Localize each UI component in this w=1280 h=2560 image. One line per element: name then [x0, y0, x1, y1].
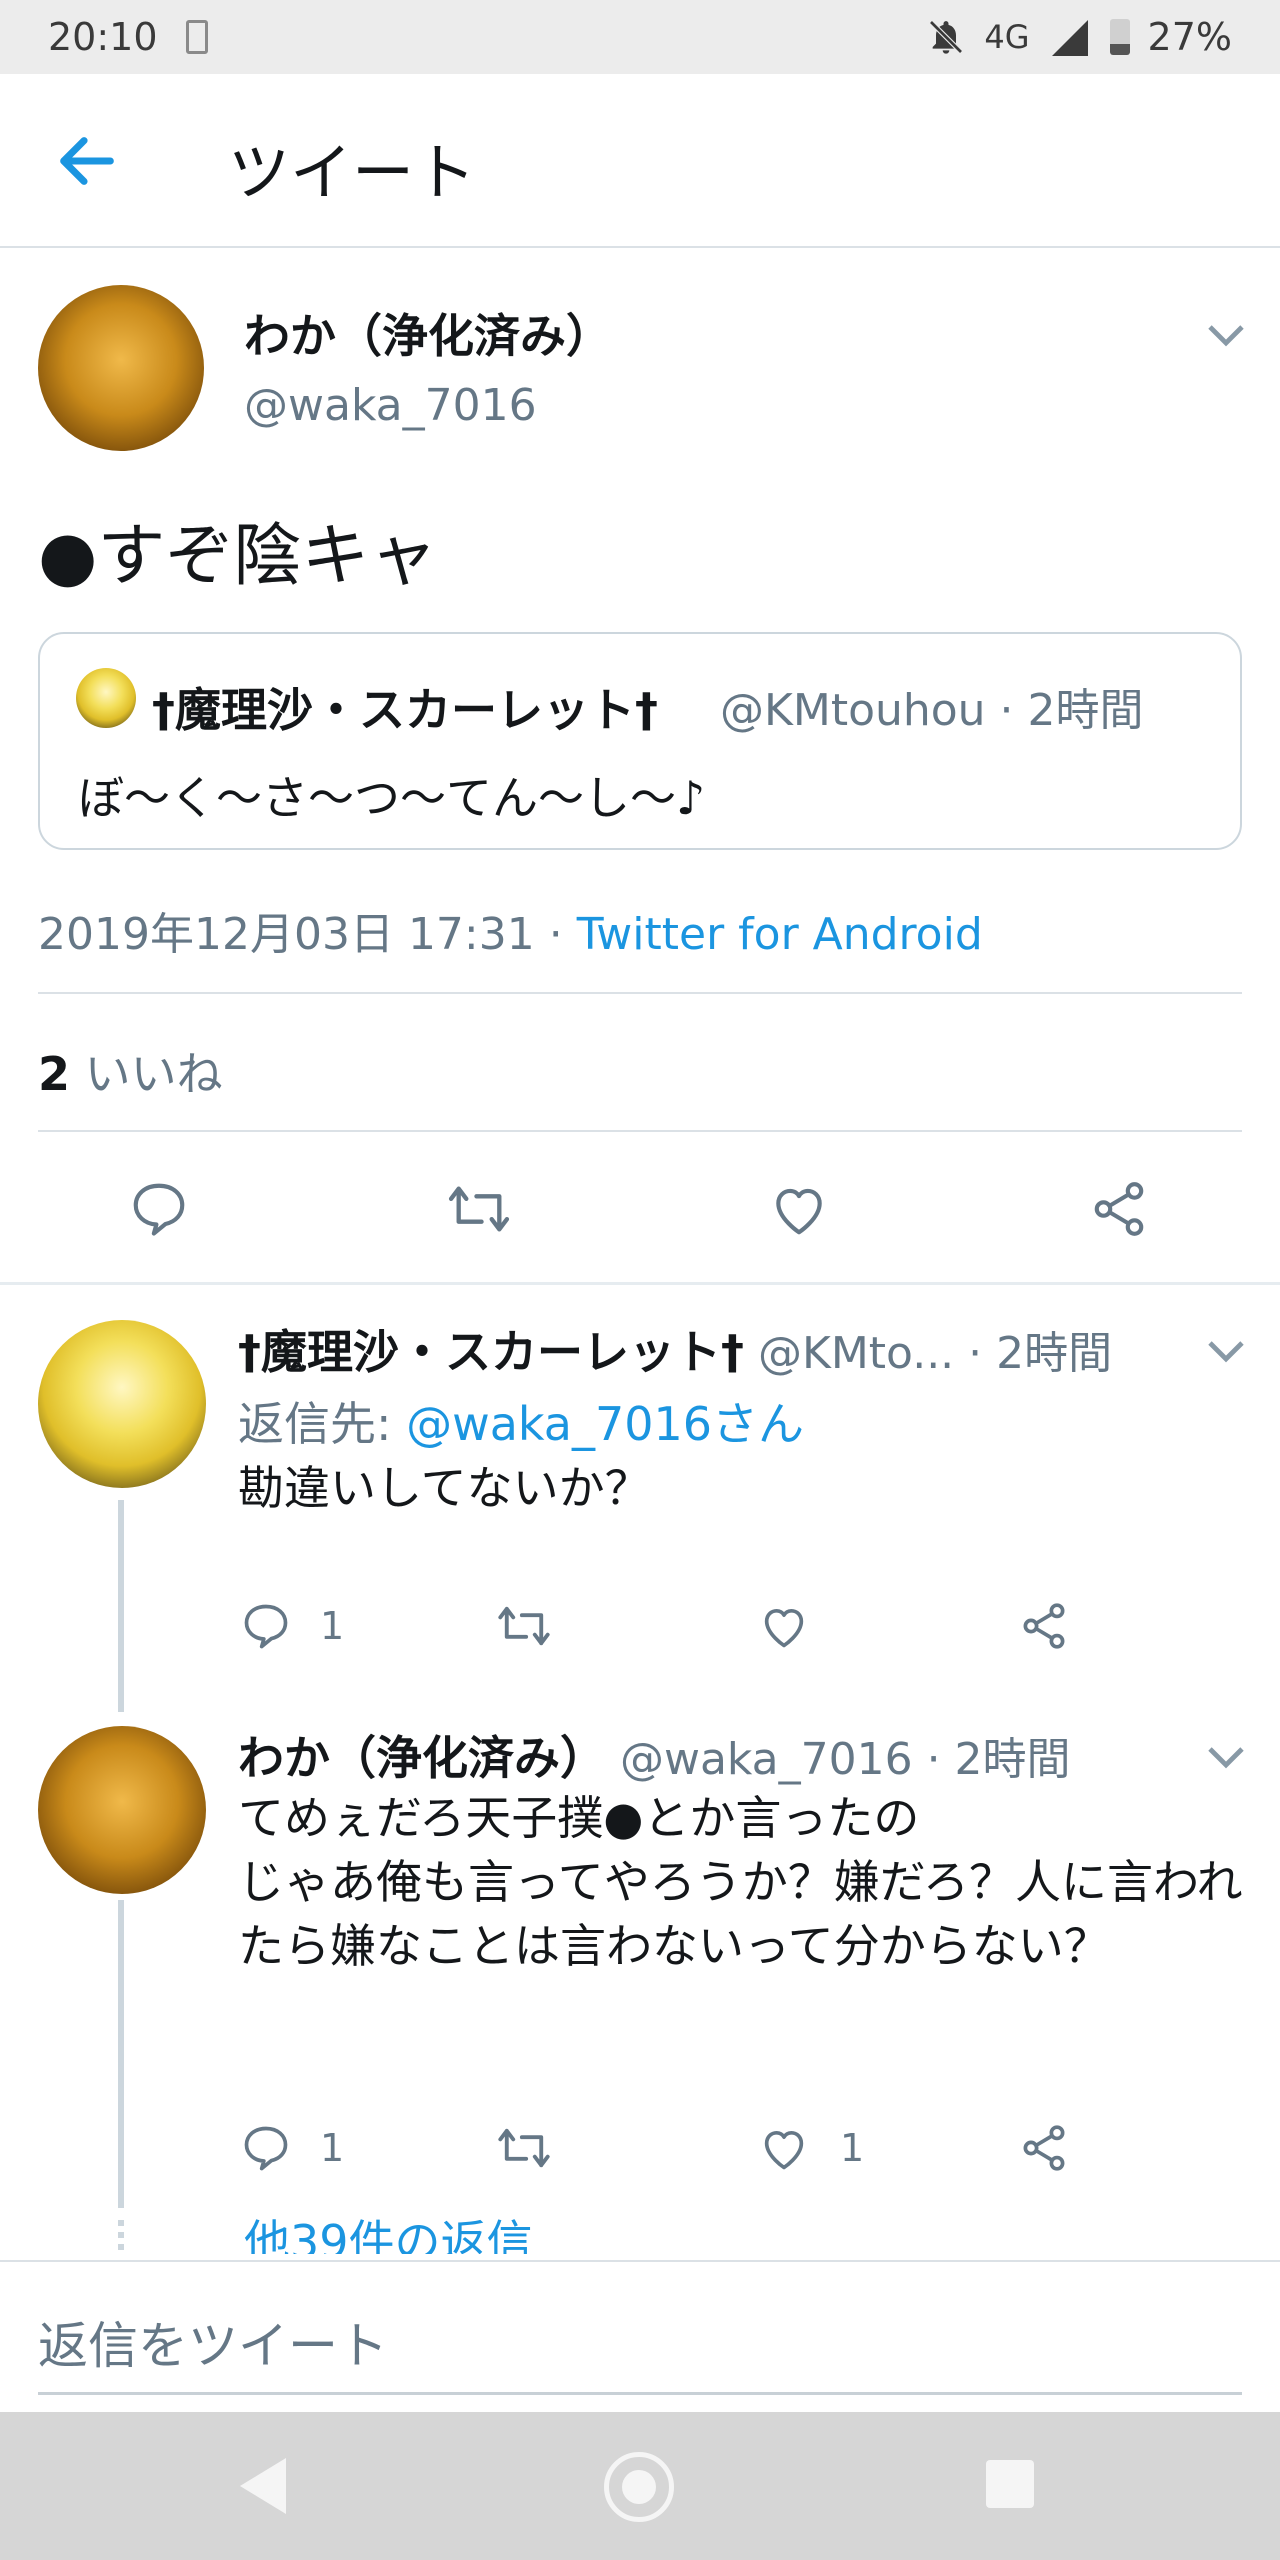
page-title: ツイート — [228, 136, 477, 209]
app-bar: ツイート — [0, 74, 1280, 248]
reply-text: てめぇだろ天子撲●とか言ったの じゃあ俺も言ってやろうか？嫌だろ？人に言われたら… — [238, 1791, 1243, 1973]
reply-to-line: 返信先: @waka_7016さん — [238, 1388, 804, 1454]
share-icon[interactable] — [1018, 1600, 1070, 1652]
likes-label: いいね — [70, 1047, 223, 1101]
network-type: 4G — [984, 18, 1030, 56]
thread-line — [118, 1900, 124, 2208]
like-icon[interactable] — [758, 1600, 810, 1652]
tweet-timestamp: 2019年12月03日 17:31 · Twitter for Android — [38, 898, 983, 962]
like-count: 1 — [840, 2126, 865, 2170]
more-replies-link[interactable]: 他39件の返信 — [244, 2206, 533, 2254]
back-arrow-icon[interactable] — [52, 126, 122, 196]
thread-line — [118, 1500, 124, 1712]
notifications-off-icon — [929, 20, 964, 54]
like-icon[interactable] — [758, 2122, 810, 2174]
status-bar: 20:10 4G 27% — [0, 0, 1280, 74]
reply-meta: @KMto... · 2時間 — [744, 1328, 1113, 1379]
reply-avatar[interactable] — [38, 1726, 206, 1894]
battery-level: 27% — [1147, 15, 1232, 59]
divider — [38, 992, 1242, 994]
retweet-icon[interactable] — [446, 1178, 512, 1240]
reply-composer[interactable]: 返信をツイート — [0, 2260, 1280, 2412]
divider — [38, 1130, 1242, 1132]
author-name[interactable]: わか（浄化済み） — [244, 300, 612, 366]
share-icon[interactable] — [1018, 2122, 1070, 2174]
battery-icon — [1109, 19, 1130, 55]
likes-count: 2 — [38, 1047, 71, 1101]
quoted-author-name: †魔理沙・スカーレット† — [152, 683, 658, 737]
client-link[interactable]: Twitter for Android — [577, 909, 983, 960]
likes-summary[interactable]: 2 いいね — [38, 1038, 223, 1104]
reply-header: †魔理沙・スカーレット† @KMto... · 2時間 — [238, 1316, 1112, 1382]
retweet-icon[interactable] — [496, 2122, 552, 2174]
reply-avatar[interactable] — [38, 1320, 206, 1488]
nav-home-icon[interactable] — [604, 2452, 674, 2522]
author-handle[interactable]: @waka_7016 — [244, 380, 537, 431]
reply-count: 1 — [320, 1604, 345, 1648]
chevron-down-icon[interactable] — [1206, 322, 1246, 348]
tweet-text: ●すぞ陰キャ — [38, 517, 438, 596]
quoted-meta: @KMtouhou · 2時間 — [720, 685, 1144, 736]
quoted-text: ぼ〜く〜さ〜つ〜てん〜し〜♪ — [78, 771, 706, 825]
chevron-down-icon[interactable] — [1206, 1338, 1246, 1364]
reply-to-handle[interactable]: @waka_7016さん — [406, 1397, 804, 1451]
thread-dots — [118, 2220, 124, 2256]
nav-back-icon[interactable] — [240, 2458, 286, 2514]
compose-underline — [38, 2392, 1242, 2395]
reply-icon[interactable] — [240, 1600, 292, 1652]
reply-author-name[interactable]: †魔理沙・スカーレット† — [238, 1325, 744, 1379]
share-icon[interactable] — [1088, 1178, 1150, 1240]
reply-icon[interactable] — [128, 1178, 190, 1240]
timestamp-text: 2019年12月03日 17:31 · — [38, 909, 577, 960]
chevron-down-icon[interactable] — [1206, 1744, 1246, 1770]
reply-author-name[interactable]: わか（浄化済み） — [238, 1731, 606, 1785]
system-nav-bar — [0, 2412, 1280, 2560]
reply-count: 1 — [320, 2126, 345, 2170]
status-time: 20:10 — [48, 15, 158, 59]
reply-header: わか（浄化済み） @waka_7016 · 2時間 — [238, 1722, 1071, 1788]
reply-meta: @waka_7016 · 2時間 — [606, 1734, 1071, 1785]
nav-recents-icon[interactable] — [986, 2460, 1034, 2508]
signal-icon — [1051, 20, 1088, 56]
avatar[interactable] — [38, 285, 204, 451]
quoted-tweet[interactable]: †魔理沙・スカーレット† @KMtouhou · 2時間 ぼ〜く〜さ〜つ〜てん〜… — [38, 632, 1242, 850]
reply-to-label: 返信先: — [238, 1397, 407, 1451]
reply-text: 勘違いしてないか？ — [238, 1461, 651, 1515]
like-icon[interactable] — [768, 1178, 830, 1240]
divider — [0, 1282, 1280, 1285]
reply-icon[interactable] — [240, 2122, 292, 2174]
quoted-avatar — [76, 668, 136, 728]
compose-placeholder[interactable]: 返信をツイート — [38, 2306, 388, 2378]
battery-saver-icon — [185, 20, 208, 54]
retweet-icon[interactable] — [496, 1600, 552, 1652]
